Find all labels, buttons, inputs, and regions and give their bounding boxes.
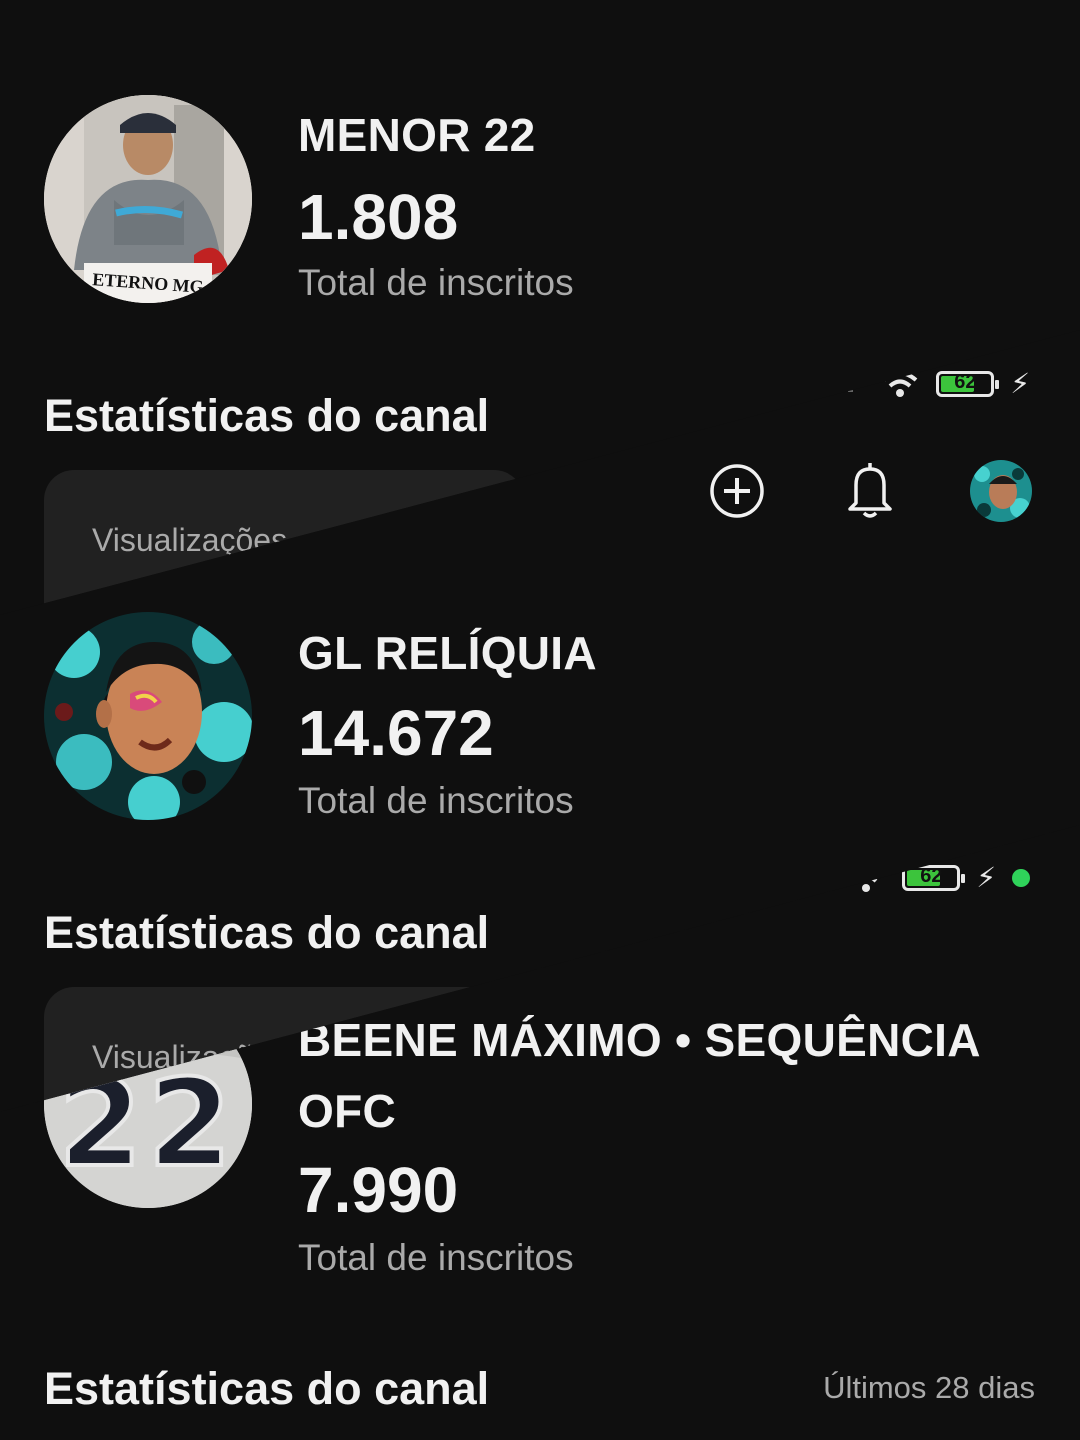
section-title: Estatísticas do canal <box>44 907 490 958</box>
subscriber-count: 14.672 <box>298 697 494 769</box>
channel-name-line-2: OFC <box>298 1085 396 1138</box>
channel-avatar[interactable] <box>44 612 252 820</box>
battery-level: 62 <box>954 370 977 393</box>
subscriber-label: Total de inscritos <box>298 780 574 821</box>
section-title: Estatísticas do canal <box>44 390 490 441</box>
channel-name: BEENE MÁXIMO • SEQUÊNCIA OFC <box>298 1005 981 1148</box>
subscriber-label: Total de inscritos <box>298 262 574 303</box>
channel-name: GL RELÍQUIA <box>298 627 597 679</box>
account-avatar[interactable] <box>970 460 1032 522</box>
channel-name-line-1: BEENE MÁXIMO • SEQUÊNCIA <box>298 1014 981 1066</box>
subscriber-label: Total de inscritos <box>298 1237 574 1278</box>
subscriber-count: 7.990 <box>298 1154 459 1226</box>
section-title: Estatísticas do canal <box>44 1363 490 1414</box>
channel-avatar[interactable]: ETERNO MG <box>44 95 252 303</box>
notifications-icon[interactable] <box>846 461 894 519</box>
create-icon[interactable] <box>709 463 765 519</box>
avatar-photo <box>44 612 252 820</box>
subscriber-count: 1.808 <box>298 181 459 253</box>
battery-icon: 62 <box>936 370 1000 397</box>
charging-icon: ⚡ <box>976 862 996 893</box>
charging-icon: ⚡ <box>1010 368 1030 399</box>
channel-name: MENOR 22 <box>298 109 536 161</box>
indicator-dot <box>1012 868 1030 887</box>
period-selector[interactable]: Últimos 28 dias <box>823 1370 1035 1406</box>
